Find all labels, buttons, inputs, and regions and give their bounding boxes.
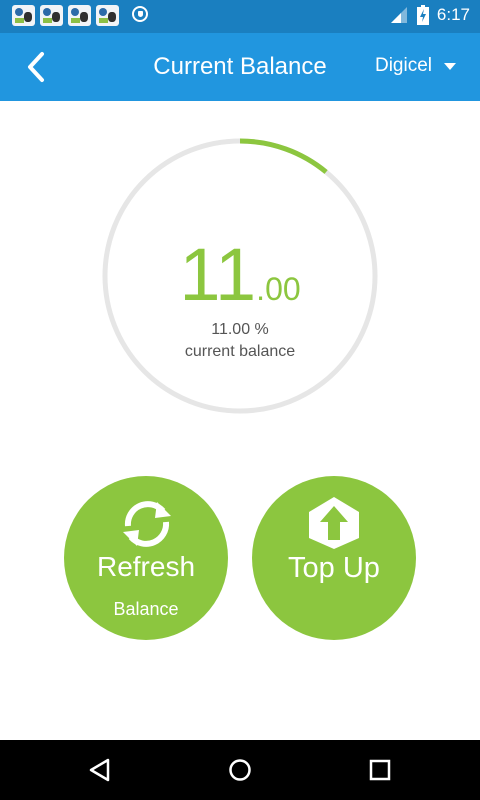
app-bar: Current Balance Digicel [0,33,480,101]
carrier-dropdown[interactable]: Digicel [375,55,456,77]
refresh-sublabel: Balance [113,599,179,619]
app-notification-icon [40,5,63,26]
top-up-arrow-icon [309,497,359,549]
refresh-balance-button[interactable]: Refresh Balance [64,476,228,640]
notification-icons [12,5,148,26]
refresh-icon [123,501,171,547]
top-up-label: Top Up [288,552,380,584]
nav-home-icon[interactable] [227,757,253,783]
balance-value: 11.00 [100,238,380,312]
nav-back-icon[interactable] [87,757,113,783]
app-notification-icon [12,5,35,26]
signal-icon [390,7,407,23]
clock: 6:17 [436,5,470,24]
nav-recents-icon[interactable] [367,757,393,783]
app-notification-icon [68,5,91,26]
balance-integer: 11 [179,233,257,316]
app-notification-icon [96,5,119,26]
balance-decimal: .00 [256,271,301,307]
top-up-button[interactable]: Top Up [252,476,416,640]
balance-percent: 11.00 % [211,321,269,338]
balance-gauge: 11.00 11.00 % current balance [100,136,380,416]
refresh-label: Refresh [96,551,196,582]
carrier-label: Digicel [374,55,432,76]
balance-caption: current balance [184,343,296,360]
system-nav-bar [0,740,480,800]
status-bar: 6:17 [0,0,480,33]
vpn-key-icon [132,6,148,22]
caret-down-icon [444,62,456,70]
battery-charging-icon [416,5,429,25]
